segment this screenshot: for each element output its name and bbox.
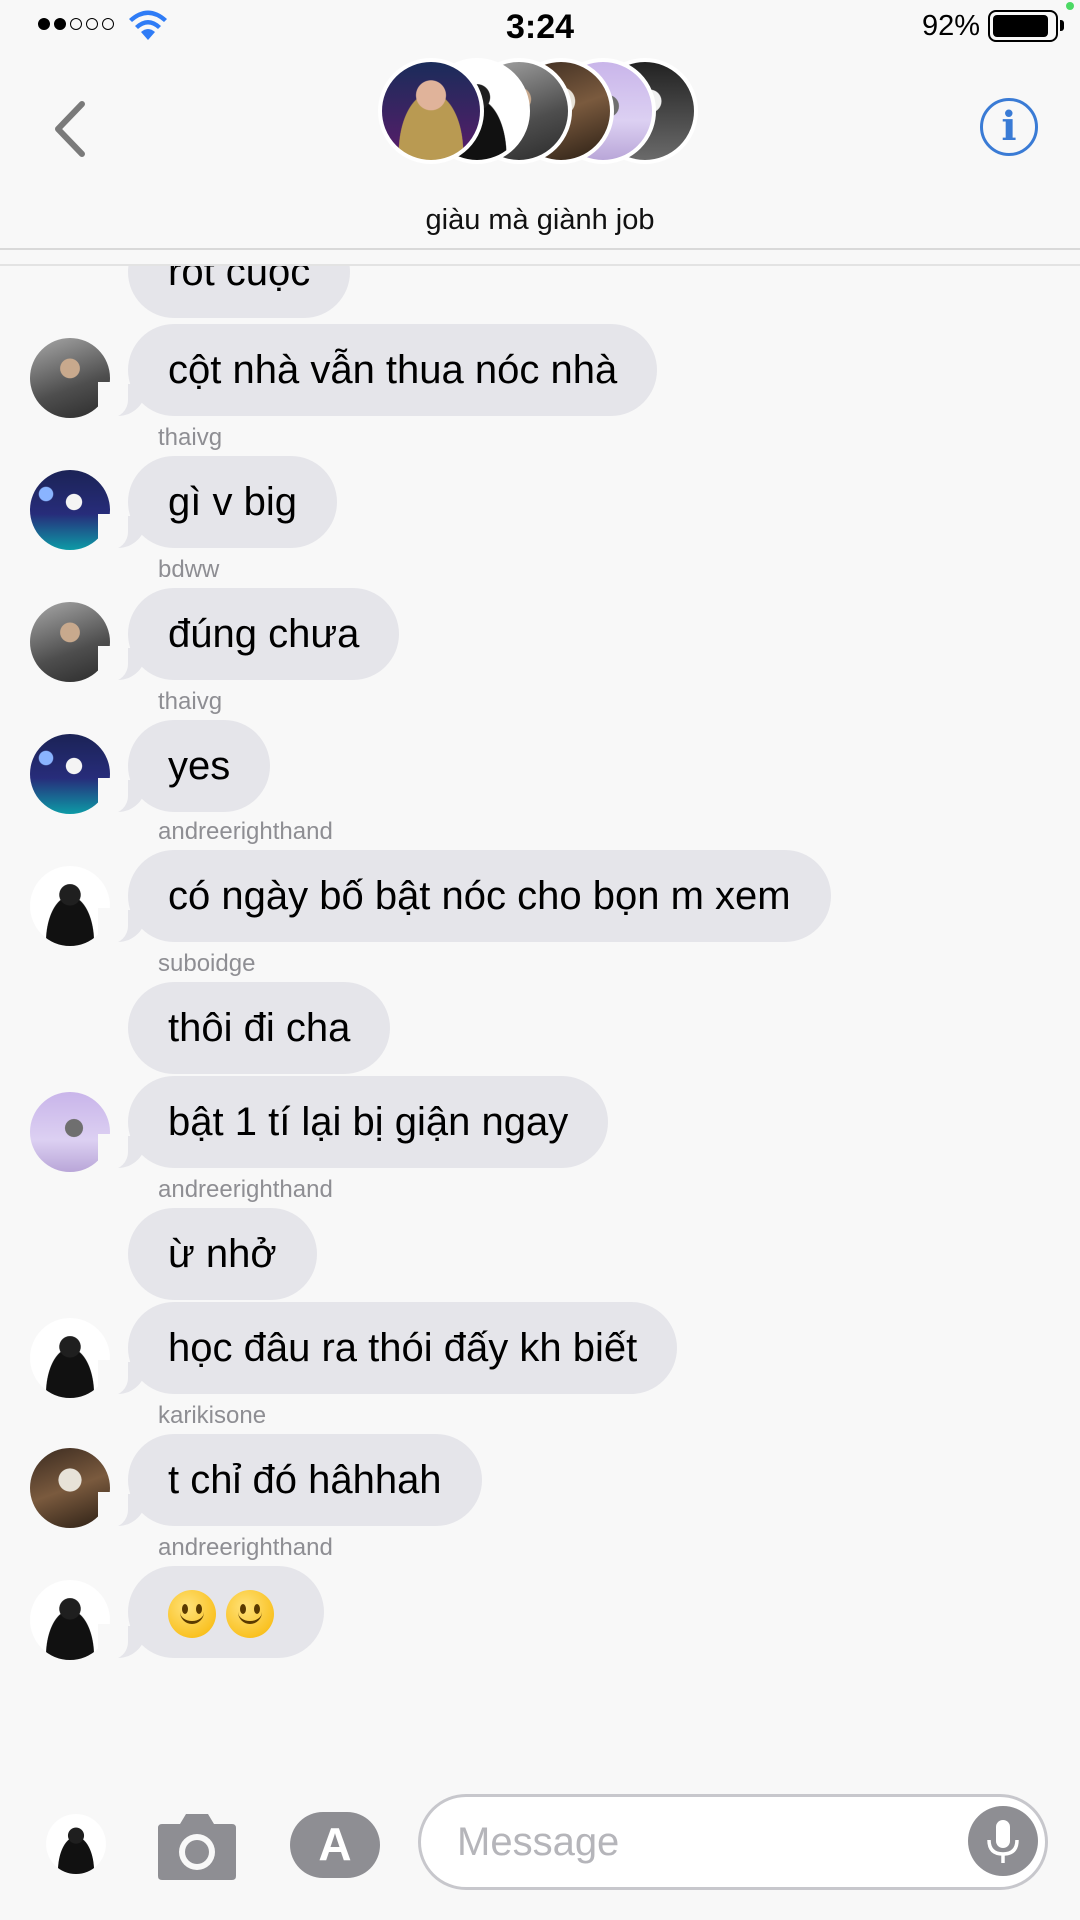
group-avatar-stack[interactable]	[378, 58, 698, 168]
header-divider	[0, 248, 1080, 250]
sender-name: andreerighthand	[158, 1534, 333, 1561]
info-icon[interactable]: i	[980, 98, 1038, 156]
slightly-smiling-face-icon	[226, 1590, 274, 1639]
message-bubble[interactable]: rốt cuộc	[128, 266, 351, 318]
message-input[interactable]	[418, 1794, 1048, 1890]
battery-percentage: 92%	[921, 10, 980, 42]
sender-name: andreerighthand	[158, 1176, 333, 1203]
camera-icon[interactable]	[154, 1812, 240, 1882]
microphone-icon[interactable]	[968, 1806, 1038, 1876]
message-bubble[interactable]: học đâu ra thói đấy kh biết	[97, 1302, 678, 1396]
message-bubble[interactable]: t chỉ đó hâhhah	[98, 1434, 482, 1528]
conversation-header: i giàu mà giành job	[0, 52, 1080, 266]
status-bar: 3:24 92%	[0, 0, 1080, 52]
sender-name: suboidge	[158, 950, 256, 977]
sender-name: thaivg	[158, 424, 223, 451]
message-bubble[interactable]: đúng chưa	[97, 588, 400, 682]
sender-name: karikisone	[158, 1402, 267, 1429]
message-bubble[interactable]: yes	[97, 720, 271, 814]
battery-icon	[988, 10, 1064, 42]
group-name[interactable]: giàu mà giành job	[0, 204, 1080, 237]
message-list[interactable]: rốt cuộc cột nhà vẫn thua nóc nhà thaivg…	[0, 266, 1080, 1766]
message-composer: A	[0, 1786, 1080, 1920]
charging-indicator	[1066, 2, 1074, 10]
status-time: 3:24	[505, 8, 575, 46]
app-store-icon[interactable]: A	[290, 1812, 380, 1878]
message-bubble[interactable]: ừ nhở	[128, 1208, 317, 1300]
back-chevron-icon[interactable]	[44, 94, 94, 164]
sender-name: andreerighthand	[158, 818, 333, 845]
message-bubble[interactable]: gì v big	[98, 456, 337, 550]
group-member-avatar	[378, 58, 484, 164]
sender-name: thaivg	[158, 688, 223, 715]
memoji-avatar[interactable]	[46, 1814, 106, 1874]
sender-name: bdww	[158, 556, 220, 583]
message-bubble[interactable]: bật 1 tí lại bị giận ngay	[97, 1076, 609, 1170]
message-bubble[interactable]	[98, 1566, 324, 1660]
message-bubble[interactable]: cột nhà vẫn thua nóc nhà	[97, 324, 658, 418]
slightly-smiling-face-icon	[168, 1590, 216, 1639]
message-bubble[interactable]: thôi đi cha	[128, 982, 391, 1074]
message-bubble[interactable]: có ngày bố bật nóc cho bọn m xem	[98, 850, 831, 944]
